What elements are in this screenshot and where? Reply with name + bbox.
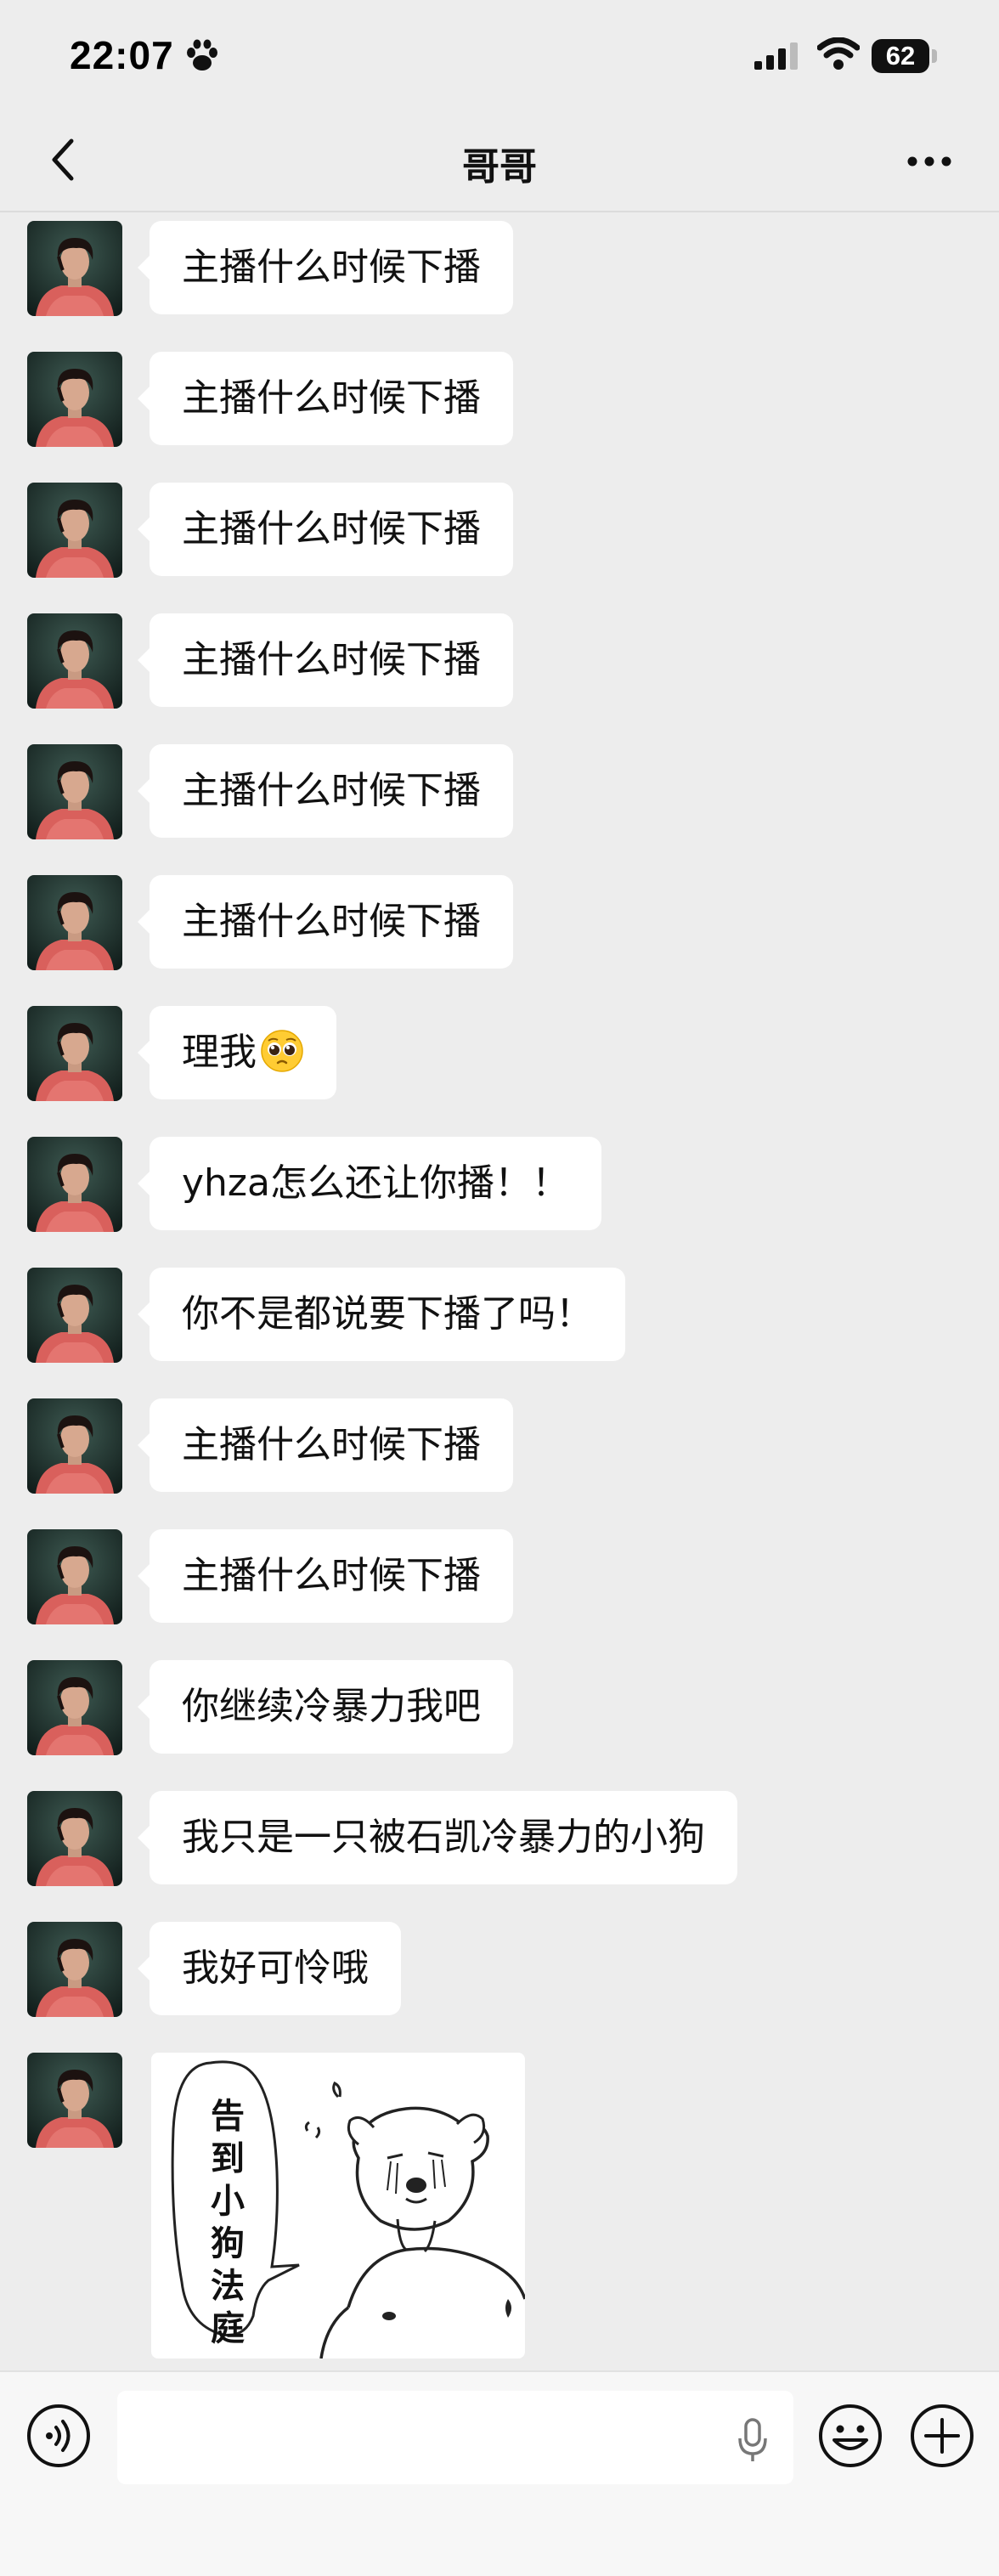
message-row-sticker: 告到小狗法庭 [0, 2044, 999, 2367]
input-bar [0, 2370, 999, 2576]
sticker-caption: 告到小狗法庭 [211, 2097, 245, 2348]
message-row: 主播什么时候下播 [0, 474, 999, 578]
chat-title: 哥哥 [462, 145, 537, 189]
avatar[interactable] [27, 221, 122, 316]
message-row: 主播什么时候下播 [0, 736, 999, 839]
avatar[interactable] [27, 744, 122, 839]
nav-bar: 哥哥 [0, 110, 999, 212]
voice-icon[interactable] [25, 2403, 92, 2469]
battery-cap [932, 49, 937, 63]
avatar[interactable] [27, 1922, 122, 2017]
message-bubble[interactable]: 主播什么时候下播 [138, 875, 513, 969]
message-bubble[interactable]: 主播什么时候下播 [138, 483, 513, 576]
message-text: 主播什么时候下播 [182, 246, 481, 289]
message-text: 主播什么时候下播 [182, 638, 481, 681]
message-bubble[interactable]: 主播什么时候下播 [138, 1398, 513, 1492]
status-time: 22:07 [70, 33, 174, 77]
avatar[interactable] [27, 613, 122, 709]
avatar[interactable] [27, 1791, 122, 1886]
message-row: 主播什么时候下播 [0, 212, 999, 316]
message-row: 你不是都说要下播了吗！ [0, 1259, 999, 1363]
message-bubble[interactable]: 主播什么时候下播 [138, 744, 513, 838]
avatar[interactable] [27, 1137, 122, 1232]
message-bubble[interactable]: 主播什么时候下播 [138, 613, 513, 707]
crying-dog-sticker[interactable]: 告到小狗法庭 [151, 2053, 525, 2359]
message-text: 你不是都说要下播了吗！ [182, 1292, 593, 1336]
avatar[interactable] [27, 1660, 122, 1755]
chat-area[interactable]: 主播什么时候下播 主播什么时候下播 主播什么时候下播 主播什么时候下播 主播什么… [0, 212, 999, 2370]
avatar[interactable] [27, 875, 122, 970]
mic-icon[interactable] [736, 2416, 770, 2464]
message-row: 主播什么时候下播 [0, 867, 999, 970]
avatar[interactable] [27, 2053, 122, 2148]
avatar[interactable] [27, 483, 122, 578]
message-text: 我只是一只被石凯冷暴力的小狗 [182, 1816, 705, 1859]
avatar[interactable] [27, 1006, 122, 1101]
message-text: 理我 [182, 1031, 257, 1074]
message-text: yhza怎么还让你播！！ [182, 1161, 569, 1205]
message-text: 主播什么时候下播 [182, 1554, 481, 1597]
message-text: 主播什么时候下播 [182, 900, 481, 943]
message-row: 主播什么时候下播 [0, 1521, 999, 1624]
message-row: 理我 [0, 997, 999, 1101]
message-text: 你继续冷暴力我吧 [182, 1685, 481, 1728]
message-row: yhza怎么还让你播！！ [0, 1128, 999, 1232]
message-text: 主播什么时候下播 [182, 376, 481, 420]
more-icon[interactable] [906, 155, 953, 168]
message-row: 主播什么时候下播 [0, 605, 999, 709]
message-bubble[interactable]: 你不是都说要下播了吗！ [138, 1268, 625, 1361]
message-input[interactable] [117, 2391, 793, 2484]
message-row: 主播什么时候下播 [0, 343, 999, 447]
message-bubble[interactable]: 你继续冷暴力我吧 [138, 1660, 513, 1754]
message-row: 你继续冷暴力我吧 [0, 1652, 999, 1755]
message-text: 主播什么时候下播 [182, 769, 481, 812]
battery-icon: 62 [872, 39, 929, 73]
message-bubble[interactable]: 主播什么时候下播 [138, 221, 513, 314]
avatar[interactable] [27, 1268, 122, 1363]
pleading-face-icon [261, 1030, 303, 1072]
message-bubble[interactable]: yhza怎么还让你播！！ [138, 1137, 601, 1230]
signal-icon [754, 42, 798, 70]
plus-icon[interactable] [909, 2403, 975, 2469]
message-row: 我好可怜哦 [0, 1913, 999, 2017]
message-row: 主播什么时候下播 [0, 1390, 999, 1494]
emoji-icon[interactable] [817, 2403, 883, 2469]
message-bubble[interactable]: 主播什么时候下播 [138, 352, 513, 445]
message-text: 主播什么时候下播 [182, 507, 481, 551]
message-bubble[interactable]: 理我 [138, 1006, 336, 1099]
status-bar: 22:07 62 [0, 0, 999, 110]
message-text: 主播什么时候下播 [182, 1423, 481, 1466]
wifi-icon [817, 37, 860, 70]
avatar[interactable] [27, 1398, 122, 1494]
message-bubble[interactable]: 我好可怜哦 [138, 1922, 401, 2015]
paw-icon [187, 39, 217, 71]
message-bubble[interactable]: 我只是一只被石凯冷暴力的小狗 [138, 1791, 737, 1884]
avatar[interactable] [27, 352, 122, 447]
message-row: 我只是一只被石凯冷暴力的小狗 [0, 1782, 999, 1886]
avatar[interactable] [27, 1529, 122, 1624]
message-text: 我好可怜哦 [182, 1946, 369, 1990]
message-bubble[interactable]: 主播什么时候下播 [138, 1529, 513, 1623]
